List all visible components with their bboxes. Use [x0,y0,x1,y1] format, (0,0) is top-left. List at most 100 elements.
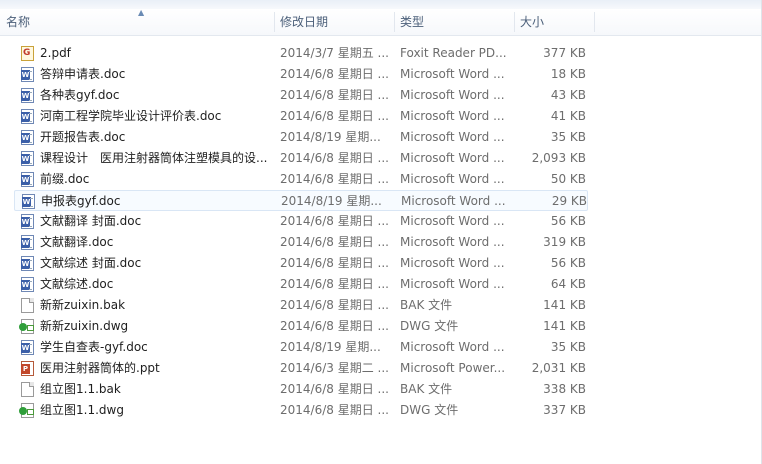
file-row[interactable]: 文献翻译 封面.doc 2014/6/8 星期日 ... Microsoft Wor… [14,211,588,232]
column-header-bar: ▲ 名称 修改日期 类型 大小 [0,9,762,36]
file-type: Microsoft Word ... [400,130,505,144]
dwg-file-icon [19,319,34,334]
file-name: 答辩申请表.doc [40,67,126,81]
column-header-type[interactable]: 类型 [394,9,514,35]
file-size: 56 KB [550,256,586,270]
file-size: 141 KB [543,298,586,312]
file-row[interactable]: 文献翻译.doc 2014/6/8 星期日 ... Microsoft Word .… [14,232,588,253]
file-type: DWG 文件 [400,403,459,417]
pdf-icon [21,46,34,61]
file-type: Microsoft Word ... [400,340,505,354]
file-type: Microsoft Word ... [400,151,505,165]
file-modified-date: 2014/6/8 星期日 ... [280,151,389,165]
word-doc-icon [21,235,34,250]
file-name: 2.pdf [40,46,71,60]
file-size: 319 KB [543,235,586,249]
word-doc-icon [21,67,34,82]
file-modified-date: 2014/6/8 星期日 ... [280,319,389,333]
file-name: 学生自查表-gyf.doc [40,340,148,354]
file-modified-date: 2014/6/8 星期日 ... [280,214,389,228]
file-type: Microsoft Word ... [400,235,505,249]
column-header-date[interactable]: 修改日期 [274,9,394,35]
word-doc-icon [22,194,35,209]
file-type: Foxit Reader PD... [400,46,507,60]
file-row[interactable]: 学生自查表-gyf.doc 2014/8/19 星期... Microsoft Wo… [14,337,588,358]
file-size: 377 KB [543,46,586,60]
word-doc-icon [21,214,34,229]
file-name: 医用注射器筒体的.ppt [40,361,160,375]
word-doc-icon [21,130,34,145]
file-name: 组立图1.1.bak [40,382,121,396]
file-modified-date: 2014/6/8 星期日 ... [280,88,389,102]
file-size: 29 KB [551,194,587,208]
column-divider[interactable] [594,12,595,32]
column-header-size[interactable]: 大小 [514,9,594,35]
file-modified-date: 2014/8/19 星期... [280,130,381,144]
file-modified-date: 2014/6/8 星期日 ... [280,298,389,312]
file-size: 43 KB [550,88,586,102]
file-size: 2,031 KB [531,361,586,375]
file-size: 35 KB [550,340,586,354]
word-doc-icon [21,256,34,271]
file-type: BAK 文件 [400,298,453,312]
word-doc-icon [21,172,34,187]
file-name: 各种表gyf.doc [40,88,120,102]
file-row[interactable]: 组立图1.1.dwg 2014/6/8 星期日 ... DWG 文件 337 KB [14,400,588,421]
dwg-file-icon [19,403,34,418]
file-size: 337 KB [543,403,586,417]
file-name: 文献综述.doc [40,277,114,291]
file-type: BAK 文件 [400,382,453,396]
file-size: 41 KB [550,109,586,123]
file-size: 18 KB [550,67,586,81]
file-name: 文献翻译 封面.doc [40,214,142,228]
file-name: 前缀.doc [40,172,90,186]
file-row[interactable]: 开题报告表.doc 2014/8/19 星期... Microsoft Word .… [14,127,588,148]
file-modified-date: 2014/6/8 星期日 ... [280,256,389,270]
file-modified-date: 2014/6/8 星期日 ... [280,235,389,249]
column-header-name[interactable]: 名称 [0,9,274,35]
file-name: 开题报告表.doc [40,130,126,144]
file-row[interactable]: 答辩申请表.doc 2014/6/8 星期日 ... Microsoft Word … [14,64,588,85]
file-type: Microsoft Word ... [400,214,505,228]
file-modified-date: 2014/8/19 星期... [280,340,381,354]
file-row[interactable]: 2.pdf 2014/3/7 星期五 ... Foxit Reader PD... 3… [14,43,588,64]
file-type: Microsoft Word ... [400,88,505,102]
file-name: 申报表gyf.doc [41,194,121,208]
file-size: 35 KB [550,130,586,144]
file-row[interactable]: 文献综述 封面.doc 2014/6/8 星期日 ... Microsoft Wor… [14,253,588,274]
file-row[interactable]: 申报表gyf.doc 2014/8/19 星期... Microsoft Word … [14,190,588,211]
file-size: 50 KB [550,172,586,186]
file-modified-date: 2014/6/3 星期二 ... [280,361,389,375]
file-name: 文献综述 封面.doc [40,256,142,270]
word-doc-icon [21,340,34,355]
blank-file-icon [21,382,34,397]
file-row[interactable]: 新新zuixin.bak 2014/6/8 星期日 ... BAK 文件 141 KB [14,295,588,316]
word-doc-icon [21,88,34,103]
file-type: Microsoft Word ... [400,67,505,81]
word-doc-icon [21,151,34,166]
file-row[interactable]: 课程设计 医用注射器筒体注塑模具的设... 2014/6/8 星期日 ... Mic… [14,148,588,169]
file-row[interactable]: 文献综述.doc 2014/6/8 星期日 ... Microsoft Word .… [14,274,588,295]
file-modified-date: 2014/6/8 星期日 ... [280,172,389,186]
file-type: Microsoft Word ... [400,109,505,123]
powerpoint-icon [21,361,34,376]
file-row[interactable]: 河南工程学院毕业设计评价表.doc 2014/6/8 星期日 ... Microso… [14,106,588,127]
file-row[interactable]: 新新zuixin.dwg 2014/6/8 星期日 ... DWG 文件 141 KB [14,316,588,337]
file-modified-date: 2014/3/7 星期五 ... [280,46,389,60]
file-modified-date: 2014/6/8 星期日 ... [280,67,389,81]
file-name: 新新zuixin.bak [40,298,126,312]
file-row[interactable]: 医用注射器筒体的.ppt 2014/6/3 星期二 ... Microsoft Po… [14,358,588,379]
file-row[interactable]: 组立图1.1.bak 2014/6/8 星期日 ... BAK 文件 338 KB [14,379,588,400]
file-modified-date: 2014/6/8 星期日 ... [280,403,389,417]
file-name: 组立图1.1.dwg [40,403,124,417]
file-row[interactable]: 前缀.doc 2014/6/8 星期日 ... Microsoft Word ...… [14,169,588,190]
file-type: Microsoft Word ... [401,194,506,208]
toolbar-strip [0,0,762,9]
file-size: 338 KB [543,382,586,396]
file-row[interactable]: 各种表gyf.doc 2014/6/8 星期日 ... Microsoft Word… [14,85,588,106]
file-type: Microsoft Power... [400,361,506,375]
word-doc-icon [21,109,34,124]
file-modified-date: 2014/8/19 星期... [281,194,382,208]
file-size: 141 KB [543,319,586,333]
file-type: Microsoft Word ... [400,256,505,270]
